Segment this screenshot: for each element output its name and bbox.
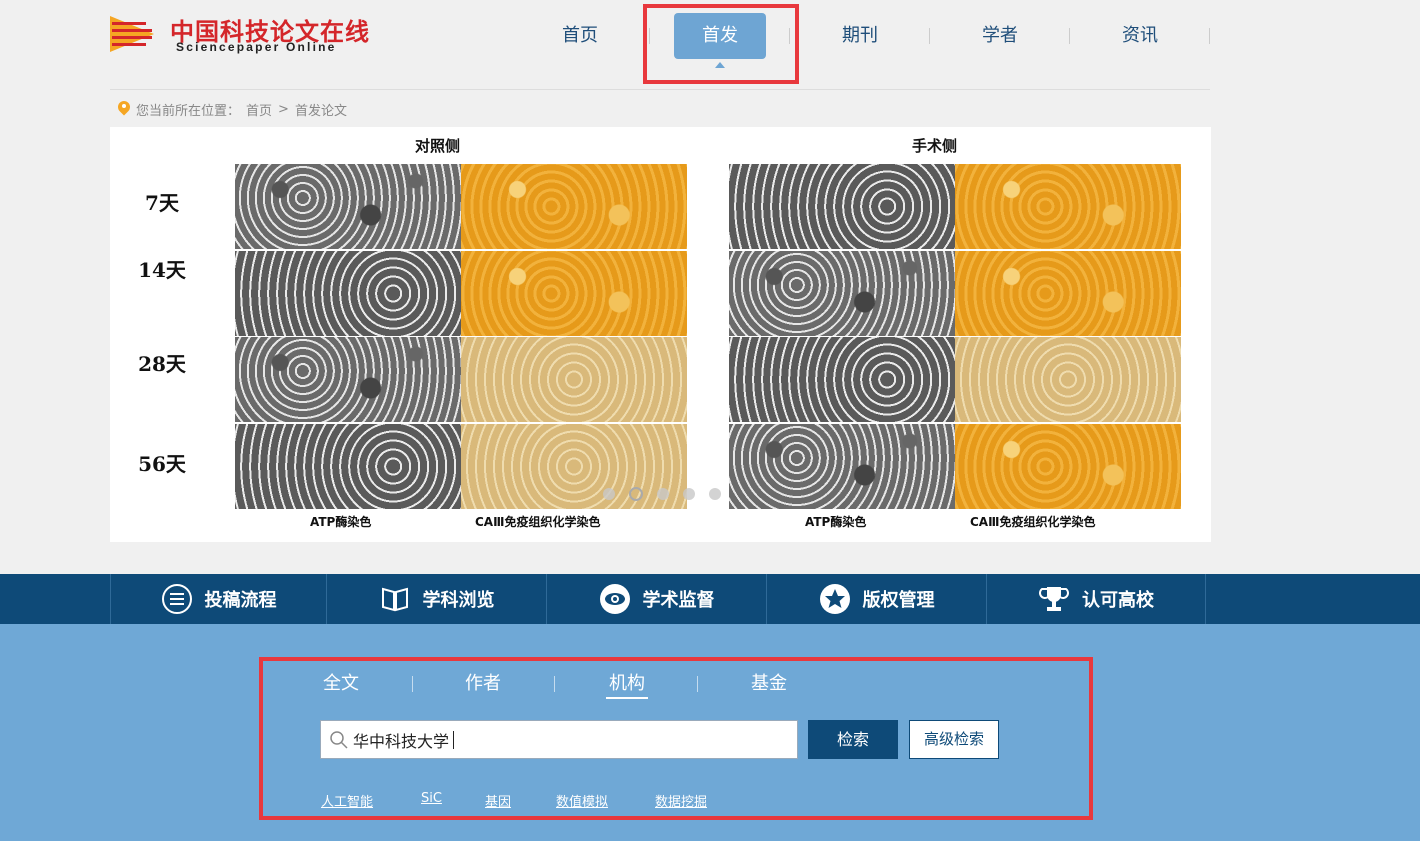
logo-title-en: Sciencepaper Online [176, 40, 337, 54]
nav-label: 期刊 [842, 25, 878, 46]
micrograph-tile [235, 424, 461, 509]
banner-row-label: 56天 [138, 452, 186, 476]
banner-caption: ATP酶染色 [310, 515, 372, 529]
nav-label: 首页 [562, 25, 598, 46]
location-pin-icon [118, 101, 130, 117]
breadcrumb-prefix: 您当前所在位置： [136, 103, 241, 119]
carousel-dot-active[interactable] [629, 487, 643, 501]
logo-mark-icon [110, 16, 154, 52]
micrograph-tile [729, 164, 955, 249]
feature-subject-browse[interactable]: 学科浏览 [326, 574, 546, 624]
banner-caption: CAⅢ免疫组织化学染色 [475, 515, 601, 529]
trophy-icon [1038, 583, 1070, 615]
search-tab-fund[interactable]: 基金 [749, 669, 789, 699]
search-tab-author[interactable]: 作者 [463, 669, 503, 699]
carousel-dot[interactable] [603, 488, 615, 500]
micrograph-tile [955, 251, 1181, 336]
micrograph-tile [235, 251, 461, 336]
carousel-dot[interactable] [683, 488, 695, 500]
micrograph-tile [955, 424, 1181, 509]
banner-caption: ATP酶染色 [805, 515, 867, 529]
nav-label: 学者 [982, 25, 1018, 46]
micrograph-tile [729, 251, 955, 336]
feature-label: 版权管理 [862, 590, 935, 611]
star-icon [819, 583, 851, 615]
search-panel: 全文 作者 机构 基金 华中科技大学 检索 高级检索 人工智能 SiC 基因 数… [259, 657, 1093, 820]
tab-separator [554, 676, 555, 692]
tab-separator [412, 676, 413, 692]
micrograph-tile [955, 164, 1181, 249]
feature-submission-process[interactable]: 投稿流程 [110, 574, 326, 624]
hot-keyword-link[interactable]: SiC [421, 791, 442, 806]
text-cursor [453, 730, 455, 749]
banner-caption: CAⅢ免疫组织化学染色 [970, 515, 1096, 529]
feature-academic-supervision[interactable]: 学术监督 [546, 574, 766, 624]
breadcrumb-separator: > [278, 101, 289, 117]
banner-row-label: 7天 [145, 191, 179, 215]
micrograph-tile [729, 337, 955, 422]
search-button[interactable]: 检索 [808, 720, 898, 759]
nav-home[interactable]: 首页 [510, 12, 650, 60]
breadcrumb-home-link[interactable]: 首页 [246, 100, 272, 119]
micrograph-tile [235, 164, 461, 249]
banner-row-label: 28天 [138, 352, 186, 376]
book-icon [379, 583, 411, 615]
header-divider [110, 89, 1210, 90]
breadcrumb: 您当前所在位置： 首页 > 首发论文 [118, 99, 347, 119]
main-nav: 首页 首发 期刊 学者 资讯 [510, 12, 1210, 68]
advanced-search-button[interactable]: 高级检索 [909, 720, 999, 759]
carousel-dots [603, 487, 721, 501]
carousel-dot[interactable] [657, 488, 669, 500]
nav-journals[interactable]: 期刊 [790, 12, 930, 60]
feature-label: 认可高校 [1082, 590, 1154, 611]
search-section: 全文 作者 机构 基金 华中科技大学 检索 高级检索 人工智能 SiC 基因 数… [0, 624, 1420, 841]
nav-separator [1209, 28, 1210, 44]
site-logo[interactable]: 中国科技论文在线 Sciencepaper Online [110, 12, 400, 56]
carousel-dot[interactable] [709, 488, 721, 500]
search-icon [330, 730, 348, 749]
breadcrumb-current: 首发论文 [294, 103, 347, 119]
banner-row-label: 14天 [138, 258, 186, 282]
tab-separator [697, 676, 698, 692]
search-input-value: 华中科技大学 [353, 731, 450, 751]
nav-highlight-box [643, 4, 799, 84]
hot-keyword-link[interactable]: 基因 [485, 791, 511, 810]
feature-label: 学科浏览 [422, 590, 495, 611]
micrograph-tile [461, 337, 687, 422]
nav-scholars[interactable]: 学者 [930, 12, 1070, 60]
search-input[interactable]: 华中科技大学 [320, 720, 798, 759]
feature-label: 学术监督 [642, 590, 715, 611]
nav-news[interactable]: 资讯 [1070, 12, 1210, 60]
feature-copyright-management[interactable]: 版权管理 [766, 574, 986, 624]
feature-recognized-universities[interactable]: 认可高校 [986, 574, 1206, 624]
micrograph-tile [955, 337, 1181, 422]
hot-keyword-link[interactable]: 数值模拟 [556, 791, 608, 810]
nav-label: 资讯 [1122, 25, 1158, 46]
micrograph-tile [461, 164, 687, 249]
page: 中国科技论文在线 Sciencepaper Online 首页 首发 期刊 学者… [0, 0, 1420, 841]
list-icon [161, 583, 193, 615]
hot-keyword-link[interactable]: 人工智能 [321, 791, 373, 810]
micrograph-tile [729, 424, 955, 509]
feature-label: 投稿流程 [204, 590, 277, 611]
search-tab-institution[interactable]: 机构 [606, 669, 648, 699]
banner-column-title-right: 手术侧 [912, 137, 958, 155]
banner-column-title-left: 对照侧 [415, 137, 461, 155]
micrograph-tile [235, 337, 461, 422]
banner-carousel[interactable]: 对照侧 手术侧 7天 14天 28天 56天 ATP酶染色 CAⅢ免疫组织化学染… [110, 127, 1211, 542]
search-tab-fulltext[interactable]: 全文 [321, 669, 361, 699]
hot-keyword-link[interactable]: 数据挖掘 [655, 791, 707, 810]
feature-strip: 投稿流程 学科浏览 学术监督 版权管理 认可高校 [0, 574, 1420, 624]
micrograph-tile [461, 251, 687, 336]
eye-icon [599, 583, 631, 615]
